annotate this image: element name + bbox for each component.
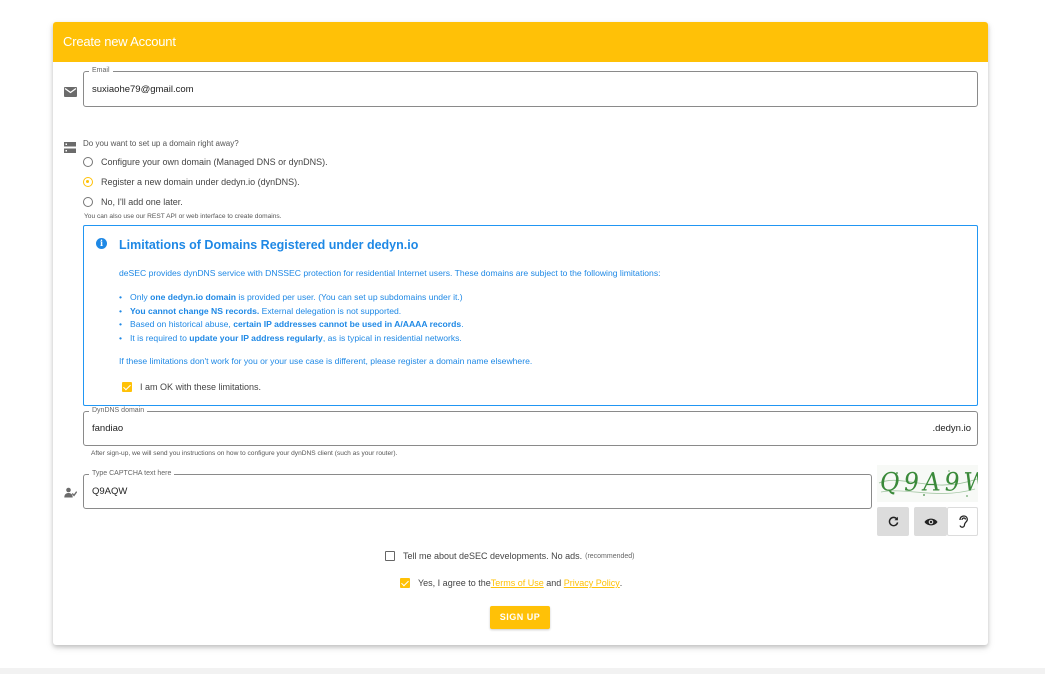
captcha-image-text: Q9A9W (877, 467, 978, 497)
captcha-audio-button[interactable] (947, 507, 978, 536)
limitation-item: You cannot change NS records. External d… (119, 305, 464, 319)
captcha-person-icon (64, 485, 78, 503)
signup-card: Create new Account Email suxiaohe79@gmai… (53, 22, 988, 645)
newsletter-row[interactable]: Tell me about deSEC developments. No ads… (385, 551, 635, 561)
captcha-label: Type CAPTCHA text here (89, 469, 175, 479)
captcha-image: Q9A9W (877, 465, 978, 502)
email-icon (64, 84, 77, 102)
limitations-box: i Limitations of Domains Registered unde… (83, 225, 978, 406)
option-own-domain-label: Configure your own domain (Managed DNS o… (101, 157, 328, 167)
limitation-item: Only one dedyn.io domain is provided per… (119, 291, 464, 305)
terms-text-mid: and (543, 578, 564, 588)
dyndns-hint: After sign-up, we will send you instruct… (91, 450, 398, 457)
option-own-domain[interactable]: Configure your own domain (Managed DNS o… (83, 154, 328, 170)
captcha-refresh-button[interactable] (877, 507, 909, 536)
accept-limitations-row[interactable]: I am OK with these limitations. (122, 382, 261, 392)
privacy-policy-link[interactable]: Privacy Policy (564, 578, 620, 588)
terms-of-use-link[interactable]: Terms of Use (491, 578, 544, 588)
email-field[interactable]: Email suxiaohe79@gmail.com (83, 66, 978, 107)
limitations-intro: deSEC provides dynDNS service with DNSSE… (119, 268, 661, 278)
email-label: Email (89, 66, 113, 76)
terms-row[interactable]: Yes, I agree to the Terms of Use and Pri… (400, 578, 622, 588)
captcha-view-button[interactable] (914, 507, 947, 536)
newsletter-note: (recommended) (585, 552, 635, 560)
limitations-title: Limitations of Domains Registered under … (119, 238, 419, 252)
options-hint: You can also use our REST API or web int… (84, 213, 282, 220)
dyndns-domain-field[interactable]: DynDNS domain fandiao .dedyn.io (83, 406, 978, 446)
eye-icon (924, 518, 937, 525)
dyndns-domain-label: DynDNS domain (89, 406, 148, 416)
dyndns-domain-value: fandiao (92, 423, 124, 434)
newsletter-label: Tell me about deSEC developments. No ads… (403, 551, 583, 561)
terms-checkbox[interactable] (400, 578, 410, 588)
accept-limitations-checkbox[interactable] (122, 382, 132, 392)
page-bottom-strip (0, 668, 1045, 674)
option-later-label: No, I'll add one later. (101, 197, 183, 207)
dyndns-domain-suffix: .dedyn.io (932, 423, 971, 434)
limitation-item: It is required to update your IP address… (119, 332, 464, 346)
terms-text-post: . (619, 578, 623, 588)
option-later[interactable]: No, I'll add one later. (83, 194, 183, 210)
dns-icon (64, 140, 76, 158)
radio-dedyn-domain[interactable] (83, 177, 93, 187)
limitations-list: Only one dedyn.io domain is provided per… (119, 291, 464, 345)
limitations-footer: If these limitations don't work for you … (119, 356, 533, 366)
card-title: Create new Account (53, 22, 988, 62)
radio-own-domain[interactable] (83, 157, 93, 167)
accept-limitations-label: I am OK with these limitations. (140, 382, 262, 392)
email-value: suxiaohe79@gmail.com (92, 84, 194, 95)
ear-icon (958, 515, 968, 528)
captcha-field[interactable]: Type CAPTCHA text here Q9AQW (83, 469, 872, 509)
captcha-value: Q9AQW (92, 486, 128, 497)
info-icon: i (96, 238, 107, 249)
radio-later[interactable] (83, 197, 93, 207)
refresh-icon (888, 516, 898, 527)
option-dedyn-domain-label: Register a new domain under dedyn.io (dy… (101, 177, 300, 187)
terms-text-pre: Yes, I agree to the (418, 578, 491, 588)
sign-up-button[interactable]: SIGN UP (490, 606, 550, 629)
option-dedyn-domain[interactable]: Register a new domain under dedyn.io (dy… (83, 174, 300, 190)
limitation-item: Based on historical abuse, certain IP ad… (119, 318, 464, 332)
newsletter-checkbox[interactable] (385, 551, 395, 561)
domain-question: Do you want to set up a domain right awa… (83, 139, 239, 148)
